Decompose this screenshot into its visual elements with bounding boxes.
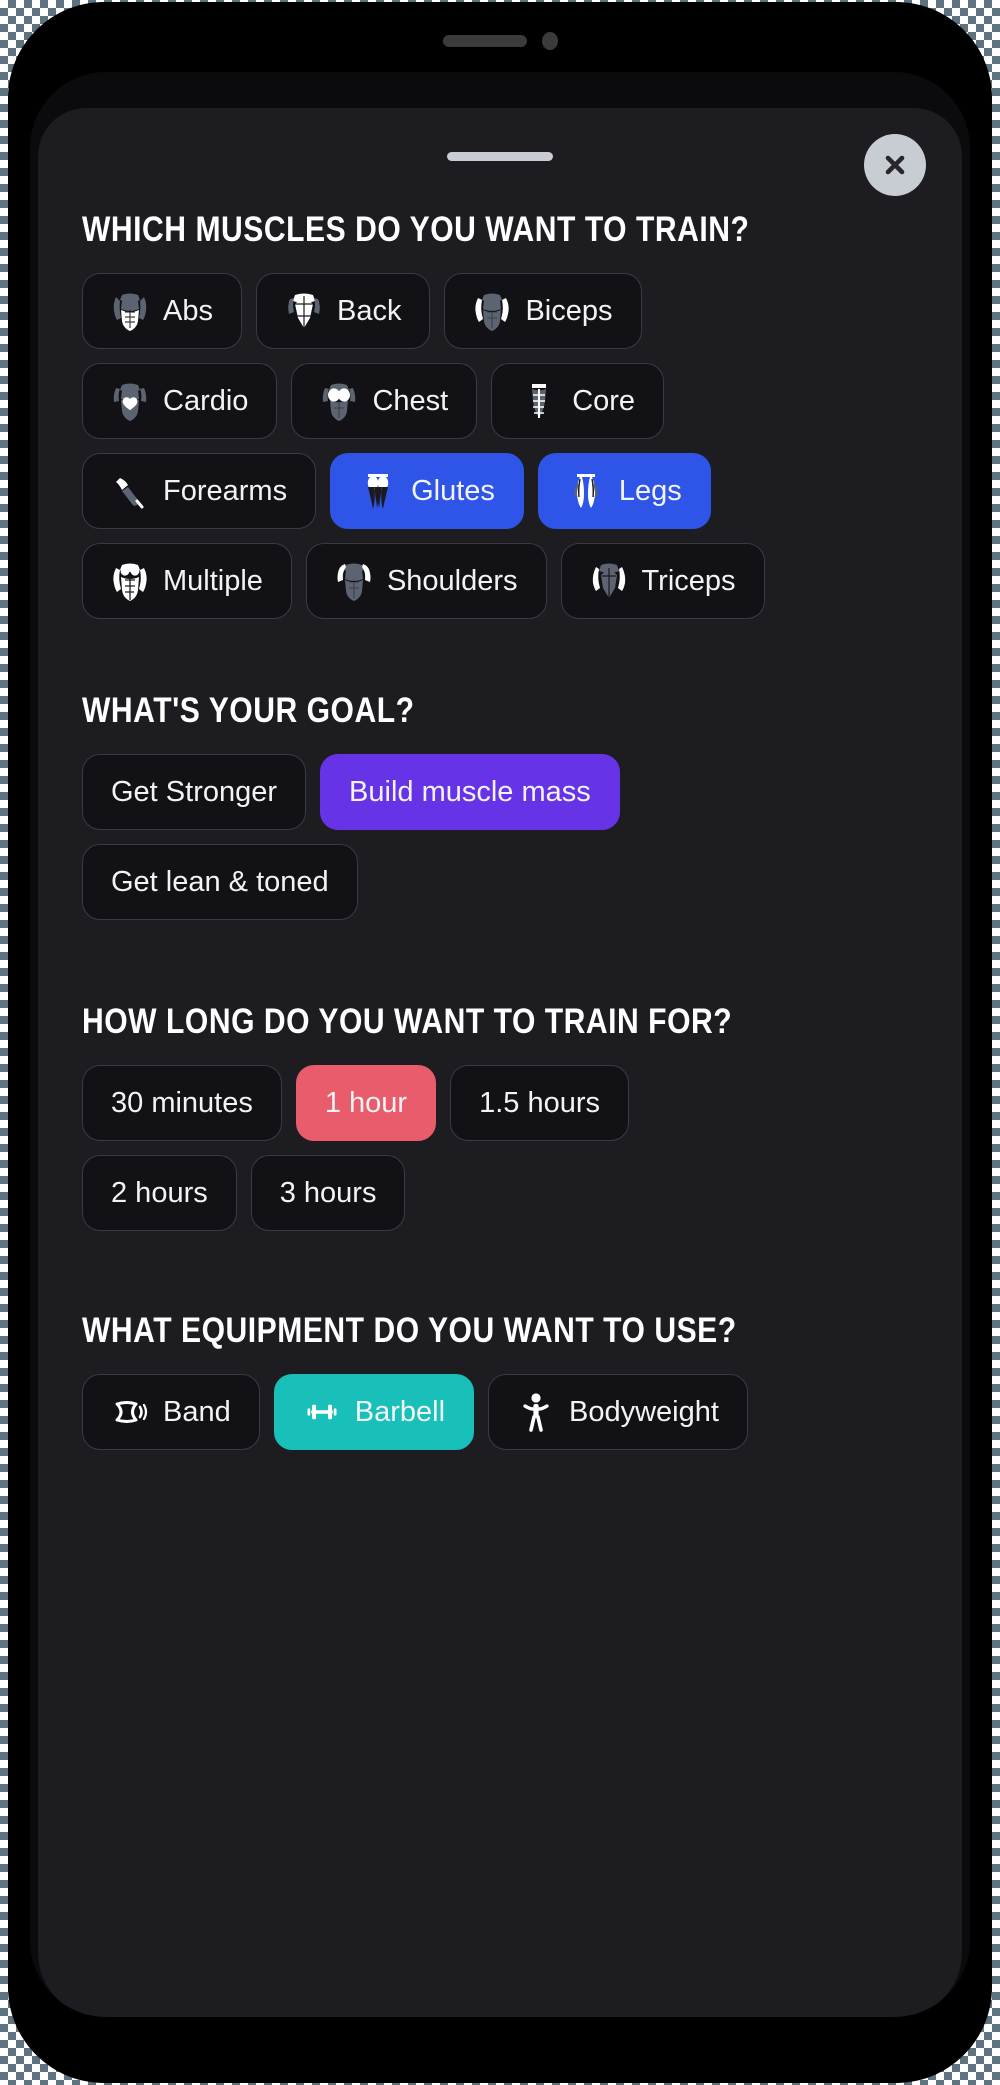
muscle-multiple-icon [111, 560, 149, 602]
chip-group-muscles: Abs Back Biceps Cardio Chest Core Forear… [82, 273, 918, 619]
filter-bottom-sheet: WHICH MUSCLES DO YOU WANT TO TRAIN? Abs … [38, 108, 962, 2017]
chip-muscles-abs[interactable]: Abs [82, 273, 242, 349]
phone-device-frame: WHICH MUSCLES DO YOU WANT TO TRAIN? Abs … [8, 2, 992, 2083]
chip-label: 30 minutes [111, 1086, 253, 1119]
chip-duration-2-hours[interactable]: 2 hours [82, 1155, 237, 1231]
chip-equipment-band[interactable]: Band [82, 1374, 260, 1450]
chip-label: Glutes [411, 474, 495, 507]
camera-dot-icon [541, 32, 558, 50]
section-title-goal: WHAT'S YOUR GOAL? [82, 691, 415, 730]
muscle-back-icon [285, 290, 323, 332]
section-title-muscles: WHICH MUSCLES DO YOU WANT TO TRAIN? [82, 210, 750, 249]
chip-label: Legs [618, 474, 682, 507]
section-equipment: WHAT EQUIPMENT DO YOU WANT TO USE? Band … [82, 1313, 918, 1450]
equipment-band-icon [111, 1391, 149, 1433]
muscle-forearms-icon [111, 470, 149, 512]
muscle-biceps-icon [473, 290, 511, 332]
drag-handle[interactable] [447, 152, 553, 161]
section-title-equipment: WHAT EQUIPMENT DO YOU WANT TO USE? [82, 1311, 737, 1350]
chip-duration-30-minutes[interactable]: 30 minutes [82, 1065, 282, 1141]
chip-row: Multiple Shoulders Triceps [82, 543, 918, 619]
equipment-bodyweight-icon [517, 1391, 555, 1433]
muscle-abs-icon [111, 290, 149, 332]
chip-goal-get-stronger[interactable]: Get Stronger [82, 754, 307, 830]
chip-row: 2 hours 3 hours [82, 1155, 918, 1231]
chip-group-duration: 30 minutes 1 hour 1.5 hours 2 hours 3 hours [82, 1065, 918, 1231]
sheet-content: WHICH MUSCLES DO YOU WANT TO TRAIN? Abs … [38, 212, 962, 1464]
chip-label: 3 hours [279, 1176, 377, 1209]
chip-goal-build-muscle-mass[interactable]: Build muscle mass [320, 754, 620, 830]
chip-muscles-back[interactable]: Back [255, 273, 431, 349]
chip-muscles-glutes[interactable]: Glutes [330, 453, 524, 529]
chip-duration-1-5-hours[interactable]: 1.5 hours [450, 1065, 630, 1141]
close-icon [882, 152, 908, 178]
close-button[interactable] [864, 134, 926, 196]
section-muscles: WHICH MUSCLES DO YOU WANT TO TRAIN? Abs … [82, 212, 918, 619]
speaker-slot-icon [442, 35, 527, 47]
muscle-core-icon [520, 380, 558, 422]
chip-label: Get lean & toned [111, 865, 329, 898]
chip-label: Biceps [525, 294, 613, 327]
phone-screen: WHICH MUSCLES DO YOU WANT TO TRAIN? Abs … [30, 72, 970, 2017]
chip-row: Band Barbell Bodyweight [82, 1374, 918, 1450]
chip-equipment-barbell[interactable]: Barbell [273, 1374, 475, 1450]
chip-row: Get lean & toned [82, 844, 918, 920]
equipment-barbell-icon [303, 1391, 341, 1433]
chip-duration-1-hour[interactable]: 1 hour [295, 1065, 437, 1141]
muscle-legs-icon [567, 470, 605, 512]
chip-label: Get Stronger [111, 775, 278, 808]
chip-row: Cardio Chest Core [82, 363, 918, 439]
section-goal: WHAT'S YOUR GOAL? Get Stronger Build muscl… [82, 693, 918, 920]
chip-label: Core [572, 384, 636, 417]
chip-group-goal: Get Stronger Build muscle mass Get lean & … [82, 754, 918, 920]
muscle-chest-icon [320, 380, 358, 422]
chip-label: 1.5 hours [479, 1086, 601, 1119]
chip-duration-3-hours[interactable]: 3 hours [250, 1155, 406, 1231]
chip-muscles-triceps[interactable]: Triceps [560, 543, 765, 619]
chip-muscles-multiple[interactable]: Multiple [82, 543, 292, 619]
chip-label: Cardio [163, 384, 249, 417]
section-title-duration: HOW LONG DO YOU WANT TO TRAIN FOR? [82, 1002, 733, 1041]
chip-label: Forearms [163, 474, 288, 507]
chip-label: Back [336, 294, 402, 327]
muscle-glutes-icon [359, 470, 397, 512]
muscle-shoulders-icon [335, 560, 373, 602]
chip-label: Abs [163, 294, 213, 327]
chip-label: Bodyweight [569, 1395, 719, 1428]
muscle-triceps-icon [590, 560, 628, 602]
section-duration: HOW LONG DO YOU WANT TO TRAIN FOR? 30 min… [82, 1004, 918, 1231]
phone-notch [8, 30, 992, 52]
chip-muscles-forearms[interactable]: Forearms [82, 453, 317, 529]
muscle-cardio-icon [111, 380, 149, 422]
chip-label: Band [163, 1395, 231, 1428]
chip-goal-get-lean-toned[interactable]: Get lean & toned [82, 844, 358, 920]
chip-equipment-bodyweight[interactable]: Bodyweight [488, 1374, 748, 1450]
chip-label: Chest [372, 384, 449, 417]
chip-label: Multiple [163, 564, 263, 597]
chip-row: Abs Back Biceps [82, 273, 918, 349]
chip-muscles-chest[interactable]: Chest [291, 363, 478, 439]
chip-row: Forearms Glutes Legs [82, 453, 918, 529]
chip-muscles-core[interactable]: Core [491, 363, 665, 439]
chip-label: 2 hours [111, 1176, 208, 1209]
chip-muscles-shoulders[interactable]: Shoulders [305, 543, 547, 619]
chip-label: Build muscle mass [349, 775, 591, 808]
chip-label: 1 hour [324, 1086, 408, 1119]
canvas: WHICH MUSCLES DO YOU WANT TO TRAIN? Abs … [0, 0, 1000, 2085]
chip-label: Barbell [354, 1395, 446, 1428]
chip-group-equipment: Band Barbell Bodyweight [82, 1374, 918, 1450]
chip-muscles-cardio[interactable]: Cardio [82, 363, 278, 439]
chip-label: Triceps [641, 564, 736, 597]
chip-label: Shoulders [386, 564, 518, 597]
chip-muscles-legs[interactable]: Legs [537, 453, 711, 529]
chip-row: Get Stronger Build muscle mass [82, 754, 918, 830]
chip-row: 30 minutes 1 hour 1.5 hours [82, 1065, 918, 1141]
chip-muscles-biceps[interactable]: Biceps [444, 273, 642, 349]
